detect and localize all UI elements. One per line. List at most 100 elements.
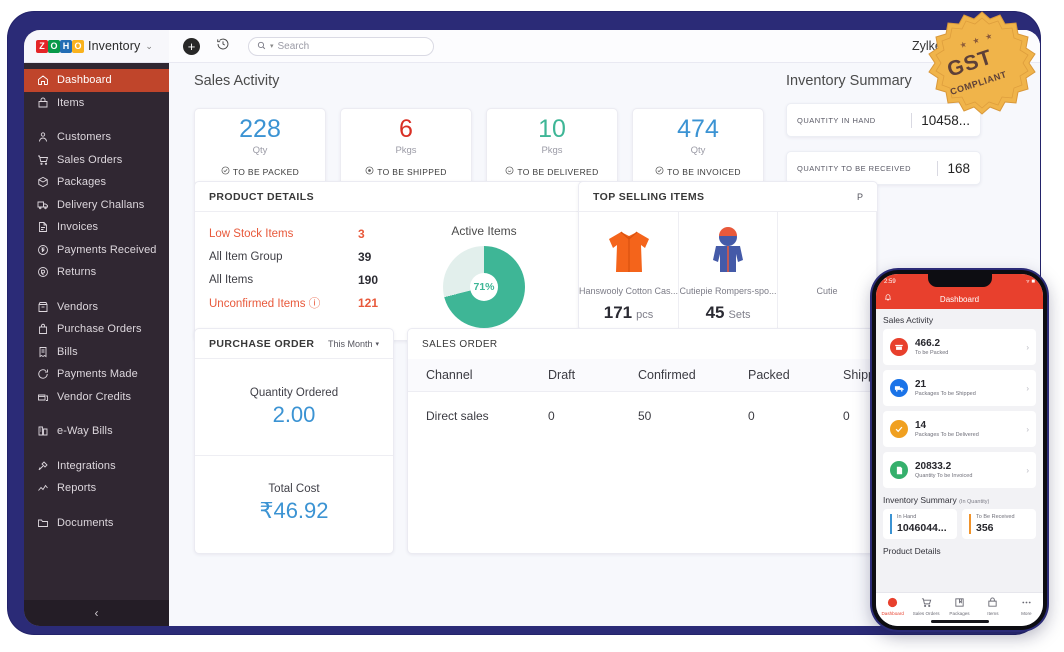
column-header-channel[interactable]: Channel [408,359,548,392]
sidebar-item-packages[interactable]: Packages [24,171,169,194]
chevron-down-icon[interactable]: ⌄ [145,41,153,52]
items-icon [36,96,49,109]
sidebar-item-vendors[interactable]: Vendors [24,296,169,319]
row-value: 168 [937,161,970,176]
row-label: QUANTITY IN HAND [797,116,876,125]
card-value: 228 [239,117,281,142]
sidebar-item-reports[interactable]: Reports [24,477,169,500]
column-header-draft[interactable]: Draft [548,359,638,392]
product-details-row-all-items[interactable]: All Items 190 [209,268,394,291]
top-bar: + ▾ Search Zylker ⌄ [169,30,1040,63]
phone-tab-items[interactable]: Items [976,597,1009,616]
card-value: 6 [399,117,413,142]
item-name: Hanswooly Cotton Cas... [579,286,678,296]
phone-card-text: 466.2 To be Packed [915,338,948,356]
phone-card-to-be-delivered[interactable]: 14 Packages To be Delivered › [883,411,1036,447]
product-details-row-item-group[interactable]: All Item Group 39 [209,245,394,268]
check-circle-icon [655,166,664,177]
check-icon [890,420,908,438]
payments-made-icon [36,368,49,381]
sales-activity-card-to-be-shipped[interactable]: 6 Pkgs TO BE SHIPPED [340,108,472,186]
sales-activity-card-to-be-packed[interactable]: 228 Qty TO BE PACKED [194,108,326,186]
sidebar-item-label: Vendors [57,301,98,313]
phone-bell-icon[interactable] [884,293,892,303]
purchase-orders-icon [36,323,49,336]
inventory-summary-row-to-be-received[interactable]: QUANTITY TO BE RECEIVED 168 [786,151,981,185]
sidebar-item-delivery-challans[interactable]: Delivery Challans [24,194,169,217]
phone-inventory-to-be-received[interactable]: To Be Received 356 [962,509,1036,539]
sidebar-item-payments-received[interactable]: Payments Received [24,239,169,262]
sidebar-item-sales-orders[interactable]: Sales Orders [24,149,169,172]
product-details-row-unconfirmed[interactable]: Unconfirmed Items ⓘ 121 [209,291,394,314]
phone-screen: 2:59 ▿ ■ Dashboard Sales Activity 466.2 … [876,274,1043,626]
sidebar-item-purchase-orders[interactable]: Purchase Orders [24,318,169,341]
phone-tab-dashboard[interactable]: Dashboard [876,597,909,616]
customers-icon [36,131,49,144]
sidebar-item-integrations[interactable]: Integrations [24,455,169,478]
block-label: Quantity Ordered [250,387,338,399]
phone-card-value: 14 [915,420,979,431]
card-label: TO BE DELIVERED [517,167,598,177]
phone-card-text: 14 Packages To be Delivered [915,420,979,438]
returns-icon [36,266,49,279]
table-row[interactable]: Direct sales 0 50 0 0 [408,392,941,424]
column-header-packed[interactable]: Packed [748,359,843,392]
sidebar-item-label: Customers [57,131,111,143]
top-selling-item[interactable]: Cutie [778,212,877,330]
sidebar-item-customers[interactable]: Customers [24,126,169,149]
add-new-button[interactable]: + [183,38,200,55]
search-scope-caret-icon[interactable]: ▾ [270,42,274,50]
phone-body[interactable]: Sales Activity 466.2 To be Packed › 21 P… [876,309,1043,604]
sales-order-panel: SALES ORDER Channel Draft Confirmed Pack… [407,328,942,554]
phone-tab-sales-orders[interactable]: Sales Orders [909,597,942,616]
phone-tab-more[interactable]: More [1010,597,1043,616]
brand-bar[interactable]: Z O H O Inventory ⌄ [24,30,169,63]
sidebar-item-payments-made[interactable]: Payments Made [24,363,169,386]
phone-inventory-in-hand[interactable]: In Hand 1046044... [883,509,957,539]
sidebar-item-invoices[interactable]: Invoices [24,216,169,239]
orange-jacket-image [601,222,657,278]
card-label: TO BE SHIPPED [377,167,447,177]
sidebar-item-documents[interactable]: Documents [24,512,169,535]
row-value: 121 [354,296,394,310]
top-selling-items-list: Hanswooly Cotton Cas... 171 pcs [579,212,877,330]
invoices-icon [36,221,49,234]
cell-channel: Direct sales [408,392,548,424]
recent-activity-button[interactable] [216,37,230,56]
card-value: 474 [677,117,719,142]
search-icon [257,37,266,55]
sidebar-item-eway-bills[interactable]: e-Way Bills [24,420,169,443]
column-header-confirmed[interactable]: Confirmed [638,359,748,392]
card-label: To Be Received [976,514,1036,520]
donut-center-label: 71% [470,273,498,301]
sidebar-item-dashboard[interactable]: Dashboard [24,69,169,92]
sales-activity-card-to-be-delivered[interactable]: 10 Pkgs TO BE DELIVERED [486,108,618,186]
sidebar-item-bills[interactable]: Bills [24,341,169,364]
sidebar-item-items[interactable]: Items [24,92,169,115]
top-selling-filter[interactable]: P [857,192,863,202]
row-label: QUANTITY TO BE RECEIVED [797,164,911,173]
sales-activity-section: Sales Activity 228 Qty TO BE PACKED [194,73,794,186]
sidebar-divider [24,408,169,420]
phone-tab-packages[interactable]: Packages [943,597,976,616]
item-icon [987,597,998,609]
chevron-right-icon: › [1026,425,1029,434]
product-details-row-low-stock[interactable]: Low Stock Items 3 [209,222,394,245]
documents-icon [36,516,49,529]
row-label: All Items [209,274,253,286]
phone-card-to-be-invoiced[interactable]: 20833.2 Quantity To be Invoiced › [883,452,1036,488]
top-selling-item[interactable]: Cutiepie Rompers-spo... 45 Sets [679,212,778,330]
sidebar-collapse-button[interactable]: ‹ [24,600,169,626]
sidebar-item-vendor-credits[interactable]: Vendor Credits [24,386,169,409]
sidebar-item-returns[interactable]: Returns [24,261,169,284]
tab-label: Dashboard [881,611,903,616]
top-selling-item[interactable]: Hanswooly Cotton Cas... 171 pcs [579,212,679,330]
phone-card-to-be-packed[interactable]: 466.2 To be Packed › [883,329,1036,365]
search-input[interactable]: ▾ Search [248,37,434,56]
phone-card-to-be-shipped[interactable]: 21 Packages To be Shipped › [883,370,1036,406]
phone-notch [928,274,992,287]
chevron-right-icon: › [1026,343,1029,352]
purchase-order-period-dropdown[interactable]: This Month ▾ [328,339,379,349]
phone-inventory-label: Inventory Summary [883,495,957,505]
sales-activity-card-to-be-invoiced[interactable]: 474 Qty TO BE INVOICED [632,108,764,186]
